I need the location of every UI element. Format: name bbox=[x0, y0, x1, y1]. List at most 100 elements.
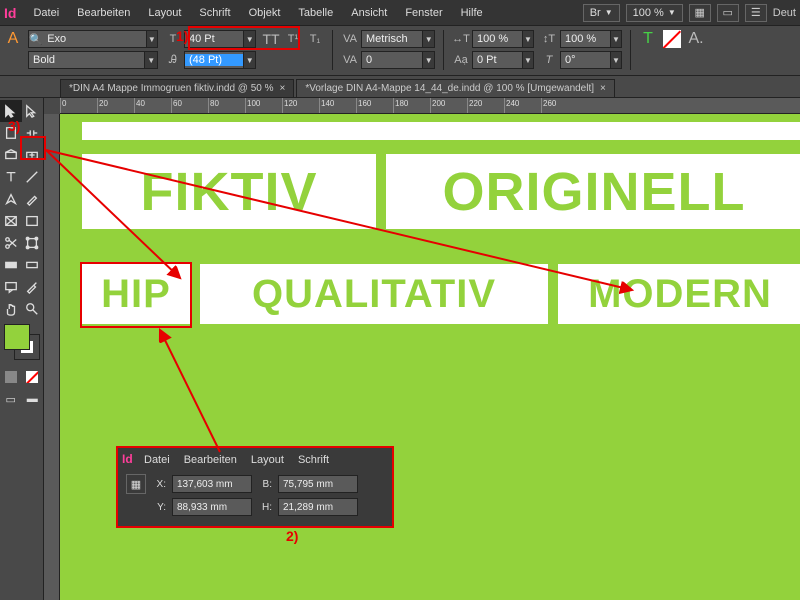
chevron-down-icon[interactable]: ▼ bbox=[146, 31, 157, 47]
content-collector-tool[interactable] bbox=[0, 144, 22, 166]
chevron-down-icon[interactable]: ▼ bbox=[243, 31, 255, 47]
chevron-down-icon[interactable]: ▼ bbox=[610, 31, 621, 47]
menu-schrift[interactable]: Schrift bbox=[190, 3, 239, 23]
vertical-ruler[interactable] bbox=[44, 114, 60, 600]
no-fill-icon[interactable] bbox=[663, 30, 681, 48]
chevron-down-icon[interactable]: ▼ bbox=[610, 52, 621, 68]
chevron-down-icon[interactable]: ▼ bbox=[422, 52, 434, 68]
menu-tabelle[interactable]: Tabelle bbox=[289, 3, 342, 23]
chevron-down-icon[interactable]: ▼ bbox=[243, 52, 255, 68]
chevron-down-icon[interactable]: ▼ bbox=[144, 52, 157, 68]
document-tab[interactable]: *DIN A4 Mappe Immogruen fiktiv.indd @ 50… bbox=[60, 79, 294, 97]
eyedropper-tool[interactable] bbox=[22, 276, 44, 298]
font-weight-field[interactable]: ▼ bbox=[28, 51, 158, 69]
superscript-icon[interactable]: T¹ bbox=[284, 30, 302, 48]
selection-tool[interactable] bbox=[0, 100, 22, 122]
menu-fenster[interactable]: Fenster bbox=[396, 3, 451, 23]
close-icon[interactable]: × bbox=[280, 83, 286, 94]
page-tool[interactable] bbox=[0, 122, 22, 144]
hscale-input[interactable] bbox=[473, 33, 522, 45]
tracking-field[interactable]: ▼ bbox=[361, 51, 435, 69]
font-size-input[interactable] bbox=[185, 33, 243, 45]
normal-view-icon[interactable]: ▭ bbox=[0, 388, 22, 410]
anno-menu-bearbeiten[interactable]: Bearbeiten bbox=[184, 454, 237, 466]
fill-text-icon[interactable]: T bbox=[639, 30, 657, 48]
workspace-switcher[interactable]: Br▼ bbox=[583, 4, 620, 22]
kerning-field[interactable]: ▼ bbox=[361, 30, 435, 48]
hscale-field[interactable]: ▼ bbox=[472, 30, 534, 48]
type-tool[interactable] bbox=[0, 166, 22, 188]
b-field[interactable] bbox=[278, 475, 358, 493]
kerning-input[interactable] bbox=[362, 33, 422, 45]
menu-ansicht[interactable]: Ansicht bbox=[342, 3, 396, 23]
font-weight-input[interactable] bbox=[29, 54, 144, 66]
baseline-input[interactable] bbox=[473, 54, 522, 66]
reference-point-icon[interactable]: ▦ bbox=[126, 474, 146, 494]
y-field[interactable] bbox=[172, 498, 252, 516]
text-frame[interactable]: QUALITATIV bbox=[200, 264, 548, 324]
text-frame[interactable]: MODERN bbox=[558, 264, 800, 324]
menu-hilfe[interactable]: Hilfe bbox=[452, 3, 492, 23]
anno-menu-layout[interactable]: Layout bbox=[251, 454, 284, 466]
skew-input[interactable] bbox=[561, 54, 610, 66]
menu-datei[interactable]: Datei bbox=[24, 3, 68, 23]
character-mode-icon[interactable]: A bbox=[4, 30, 22, 48]
document-tab[interactable]: *Vorlage DIN A4-Mappe 14_44_de.indd @ 10… bbox=[296, 79, 615, 97]
gradient-swatch-tool[interactable] bbox=[0, 254, 22, 276]
line-tool[interactable] bbox=[22, 166, 44, 188]
vscale-input[interactable] bbox=[561, 33, 610, 45]
leading-input[interactable] bbox=[185, 54, 243, 66]
h-field[interactable] bbox=[278, 498, 358, 516]
font-family-input[interactable] bbox=[43, 33, 146, 45]
content-placer-tool[interactable] bbox=[22, 144, 44, 166]
skew-field[interactable]: ▼ bbox=[560, 51, 622, 69]
char-style-icon[interactable]: A. bbox=[687, 30, 705, 48]
gradient-feather-tool[interactable] bbox=[22, 254, 44, 276]
menu-bearbeiten[interactable]: Bearbeiten bbox=[68, 3, 139, 23]
menu-layout[interactable]: Layout bbox=[139, 3, 190, 23]
font-size-field[interactable]: ▼ bbox=[184, 30, 256, 48]
baseline-field[interactable]: ▼ bbox=[472, 51, 534, 69]
close-icon[interactable]: × bbox=[600, 83, 606, 94]
direct-selection-tool[interactable] bbox=[22, 100, 44, 122]
screen-mode-icon[interactable]: ▭ bbox=[717, 4, 739, 22]
text-frame[interactable]: FIKTIV bbox=[82, 154, 376, 229]
document-canvas[interactable]: FIKTIVORIGINELLHIPQUALITATIVMODERN Id Da… bbox=[60, 114, 800, 600]
apply-color-icon[interactable] bbox=[0, 366, 22, 388]
gap-tool[interactable] bbox=[22, 122, 44, 144]
arrange-icon[interactable]: ☰ bbox=[745, 4, 767, 22]
chevron-down-icon[interactable]: ▼ bbox=[522, 31, 533, 47]
fill-stroke-swatch[interactable] bbox=[4, 324, 40, 360]
pen-tool[interactable] bbox=[0, 188, 22, 210]
rectangle-tool[interactable] bbox=[22, 210, 44, 232]
preview-view-icon[interactable]: ▬ bbox=[22, 388, 44, 410]
horizontal-ruler[interactable]: 020406080100120140160180200220240260 bbox=[60, 98, 800, 114]
text-frame[interactable]: HIP bbox=[82, 264, 190, 324]
app-logo[interactable]: Id bbox=[4, 5, 16, 21]
x-field[interactable] bbox=[172, 475, 252, 493]
anno-menu-schrift[interactable]: Schrift bbox=[298, 454, 329, 466]
b-input[interactable] bbox=[279, 479, 357, 490]
chevron-down-icon[interactable]: ▼ bbox=[422, 31, 434, 47]
fill-swatch[interactable] bbox=[4, 324, 30, 350]
view-options-icon[interactable]: ▦ bbox=[689, 4, 711, 22]
vscale-field[interactable]: ▼ bbox=[560, 30, 622, 48]
pencil-tool[interactable] bbox=[22, 188, 44, 210]
subscript-icon[interactable]: T₁ bbox=[306, 30, 324, 48]
leading-field[interactable]: ▼ bbox=[184, 51, 256, 69]
y-input[interactable] bbox=[173, 502, 251, 513]
note-tool[interactable] bbox=[0, 276, 22, 298]
rectangle-frame-tool[interactable] bbox=[0, 210, 22, 232]
anno-menu-datei[interactable]: Datei bbox=[144, 454, 170, 466]
free-transform-tool[interactable] bbox=[22, 232, 44, 254]
scissors-tool[interactable] bbox=[0, 232, 22, 254]
text-frame[interactable]: ORIGINELL bbox=[386, 154, 800, 229]
chevron-down-icon[interactable]: ▼ bbox=[522, 52, 533, 68]
font-family-field[interactable]: 🔍 ▼ bbox=[28, 30, 158, 48]
zoom-level[interactable]: 100 %▼ bbox=[626, 4, 683, 22]
hand-tool[interactable] bbox=[0, 298, 22, 320]
all-caps-icon[interactable]: TT bbox=[262, 30, 280, 48]
x-input[interactable] bbox=[173, 479, 251, 490]
apply-none-icon[interactable] bbox=[22, 366, 44, 388]
tracking-input[interactable] bbox=[362, 54, 422, 66]
